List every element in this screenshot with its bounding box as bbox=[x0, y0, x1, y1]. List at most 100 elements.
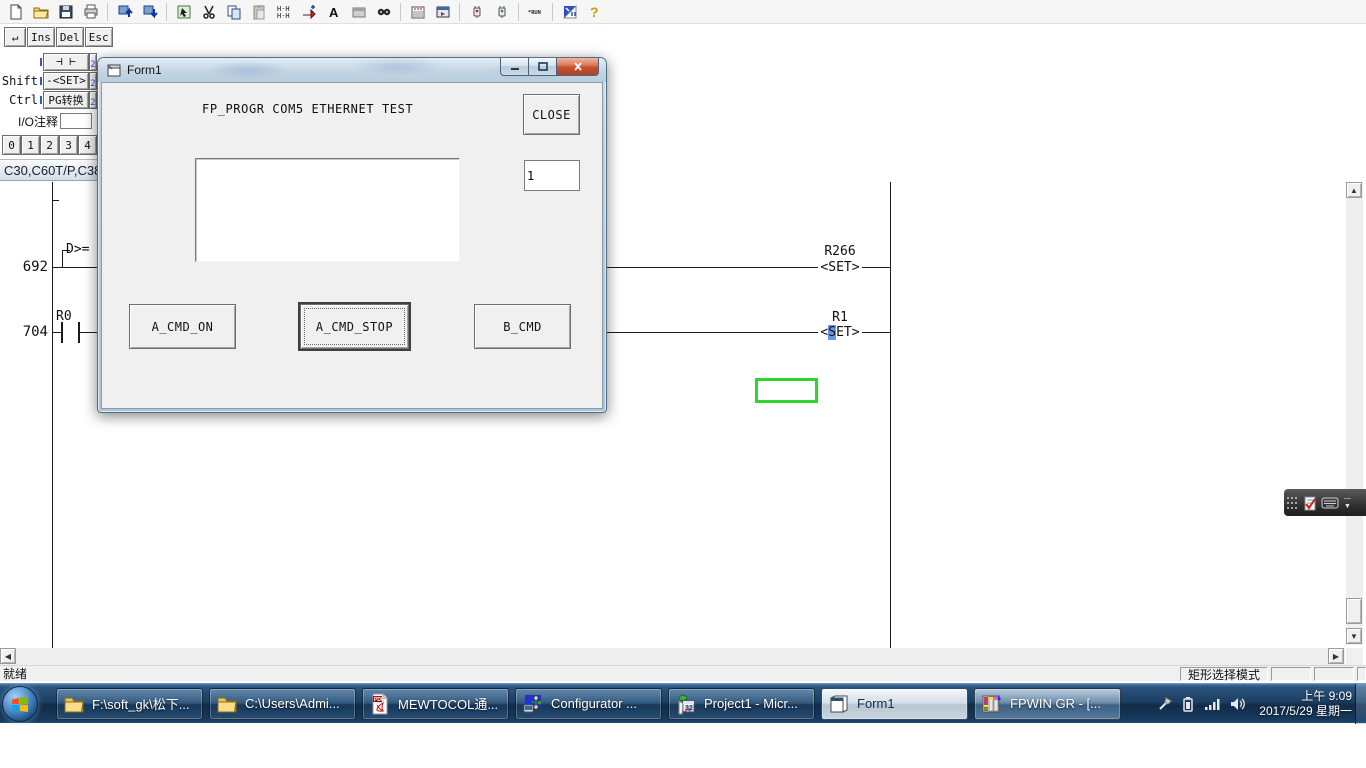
taskbar-item-pdf[interactable]: PDF MEWTOCOL通... bbox=[362, 688, 509, 720]
minimize-button[interactable] bbox=[500, 58, 529, 76]
set-symbol-button[interactable]: -<SET> bbox=[43, 72, 89, 90]
taskbar-item-project1[interactable]: 32 Project1 - Micr... bbox=[668, 688, 815, 720]
ime-writing-pad-icon[interactable] bbox=[1303, 495, 1317, 511]
a-cmd-on-button[interactable]: A_CMD_ON bbox=[129, 304, 236, 349]
hidden-icons-tool-icon[interactable] bbox=[1158, 697, 1172, 711]
enter-key-button[interactable]: ↵ bbox=[4, 27, 26, 47]
contact-symbol-button[interactable]: ⊣ ⊢ bbox=[43, 53, 89, 71]
device-stop-icon[interactable] bbox=[464, 1, 489, 22]
ime-language-bar[interactable]: — ▼ bbox=[1284, 489, 1366, 516]
find-icon[interactable] bbox=[371, 1, 396, 22]
start-button[interactable] bbox=[2, 686, 38, 722]
digit-0-button[interactable]: 0 bbox=[2, 135, 21, 155]
ime-options-icon[interactable]: ▼ bbox=[1344, 504, 1351, 510]
fkey-tick bbox=[40, 58, 42, 66]
b-cmd-button[interactable]: B_CMD bbox=[474, 304, 571, 349]
paste-icon[interactable] bbox=[246, 1, 271, 22]
contact-convert-icon[interactable]: H-HH-H bbox=[271, 1, 296, 22]
set-op-cursor: S bbox=[828, 325, 836, 340]
svg-text:H-H: H-H bbox=[277, 12, 290, 20]
value-textbox[interactable] bbox=[524, 160, 580, 191]
io-comment-input[interactable] bbox=[60, 113, 92, 129]
form-icon bbox=[828, 693, 850, 715]
keyboard-icon[interactable] bbox=[1321, 497, 1339, 509]
contact-bar bbox=[61, 322, 63, 343]
ime-minimize-icon[interactable]: — bbox=[1344, 496, 1351, 502]
io-list-icon[interactable] bbox=[405, 1, 430, 22]
close-button[interactable]: CLOSE bbox=[523, 94, 580, 135]
help-icon[interactable]: ? bbox=[582, 1, 607, 22]
ime-controls[interactable]: — ▼ bbox=[1344, 496, 1351, 510]
pg-convert-button[interactable]: PG转换 bbox=[43, 91, 89, 109]
digit-3-button[interactable]: 3 bbox=[59, 135, 78, 155]
pdf-icon: PDF bbox=[369, 693, 391, 715]
taskbar-item-folder-c[interactable]: C:\Users\Admi... bbox=[209, 688, 356, 720]
message-listbox[interactable] bbox=[195, 158, 460, 262]
taskbar-clock[interactable]: 上午 9:09 2017/5/29 星期一 bbox=[1259, 684, 1352, 724]
digit-1-button[interactable]: 1 bbox=[21, 135, 40, 155]
horizontal-scrollbar[interactable]: ◀ ▶ bbox=[0, 648, 1345, 665]
vertical-scroll-thumb[interactable] bbox=[1346, 598, 1362, 624]
fkey-edge-button[interactable]: 2 bbox=[89, 72, 97, 90]
battery-icon[interactable] bbox=[1182, 696, 1194, 712]
del-key-button[interactable]: Del bbox=[56, 27, 84, 47]
run-mode-icon[interactable]: *RUN bbox=[523, 1, 548, 22]
scroll-down-button[interactable]: ▼ bbox=[1346, 628, 1362, 644]
caption-buttons bbox=[500, 58, 599, 76]
fkey-edge-button[interactable]: 2 bbox=[89, 91, 97, 109]
status-ready-text: 就绪 bbox=[0, 665, 27, 682]
volume-icon[interactable] bbox=[1230, 697, 1246, 711]
digit-4-button[interactable]: 4 bbox=[78, 135, 97, 155]
svg-text:PDF: PDF bbox=[374, 697, 384, 703]
scroll-left-button[interactable]: ◀ bbox=[0, 648, 16, 664]
run-stop-toggle-icon[interactable] bbox=[557, 1, 582, 22]
save-icon[interactable] bbox=[53, 1, 78, 22]
scroll-right-button[interactable]: ▶ bbox=[1328, 648, 1344, 664]
network-signal-icon[interactable] bbox=[1204, 697, 1220, 711]
monitor-window-icon[interactable] bbox=[430, 1, 455, 22]
close-window-button[interactable] bbox=[557, 58, 599, 76]
esc-key-button[interactable]: Esc bbox=[85, 27, 113, 47]
coil-label: R266 bbox=[812, 244, 868, 259]
scrollbar-corner bbox=[1346, 648, 1363, 665]
right-bus-bar bbox=[890, 182, 891, 648]
digit-2-button[interactable]: 2 bbox=[40, 135, 59, 155]
dialog-titlebar[interactable]: Form1 bbox=[98, 58, 606, 82]
clock-time: 上午 9:09 bbox=[1301, 689, 1352, 704]
dialog-client-area: FP_PROGR COM5 ETHERNET TEST CLOSE A_CMD_… bbox=[101, 82, 603, 409]
ctrl-label: Ctrl bbox=[0, 93, 40, 107]
block-comment-icon[interactable] bbox=[346, 1, 371, 22]
taskbar-item-folder-f[interactable]: F:\soft_gk\松下... bbox=[56, 688, 203, 720]
select-mode-icon[interactable] bbox=[171, 1, 196, 22]
upload-from-plc-icon[interactable] bbox=[112, 1, 137, 22]
fkey-tick bbox=[40, 96, 42, 104]
windows-logo-icon bbox=[11, 696, 29, 712]
taskbar-item-form1[interactable]: Form1 bbox=[821, 688, 968, 720]
rung-wire bbox=[52, 267, 97, 268]
show-desktop-button[interactable] bbox=[1355, 684, 1366, 724]
toolbar-separator bbox=[166, 3, 167, 21]
form1-dialog: Form1 FP_PROGR COM5 ETHERNET TEST CLOSE … bbox=[97, 57, 607, 413]
taskbar-item-fpwin[interactable]: FPWIN GR - [... bbox=[974, 688, 1121, 720]
taskbar-item-configurator[interactable]: Configurator ... bbox=[515, 688, 662, 720]
plc-type-title: C30,C60T/P,C38A bbox=[0, 159, 97, 181]
download-to-plc-icon[interactable] bbox=[137, 1, 162, 22]
rung-wire bbox=[80, 332, 97, 333]
ime-grip-handle[interactable] bbox=[1287, 496, 1299, 510]
maximize-button[interactable] bbox=[529, 58, 557, 76]
a-cmd-stop-button[interactable]: A_CMD_STOP bbox=[300, 304, 409, 349]
print-icon[interactable] bbox=[78, 1, 103, 22]
scroll-up-button[interactable]: ▲ bbox=[1346, 182, 1362, 198]
fkey-edge-button[interactable]: 2 bbox=[89, 53, 97, 71]
toolbar-separator bbox=[400, 3, 401, 21]
text-input-icon[interactable]: A bbox=[321, 1, 346, 22]
vertical-scrollbar[interactable]: ▲ ▼ bbox=[1346, 182, 1363, 645]
device-run-icon[interactable] bbox=[489, 1, 514, 22]
ins-key-button[interactable]: Ins bbox=[27, 27, 55, 47]
copy-icon[interactable] bbox=[221, 1, 246, 22]
new-document-icon[interactable] bbox=[3, 1, 28, 22]
jump-icon[interactable] bbox=[296, 1, 321, 22]
digit-buttons: 0 1 2 3 4 bbox=[2, 135, 97, 155]
open-folder-icon[interactable] bbox=[28, 1, 53, 22]
cut-icon[interactable] bbox=[196, 1, 221, 22]
